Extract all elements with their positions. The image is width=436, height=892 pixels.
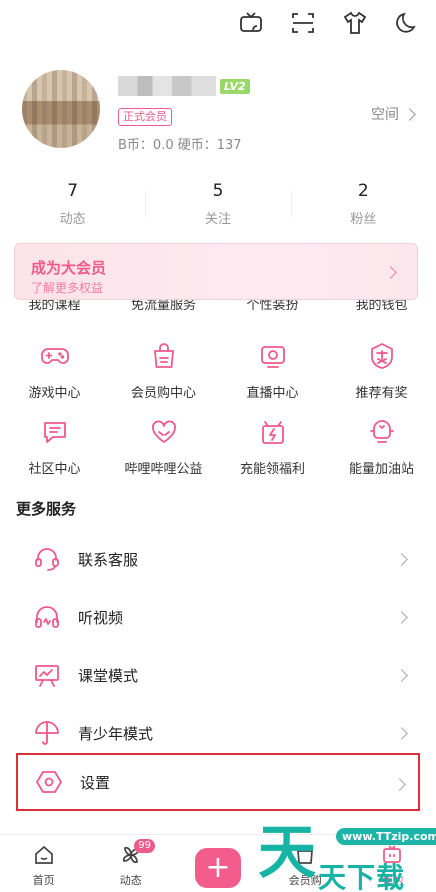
service-grid-row: 游戏中心 会员购中心 直播中心 推荐有奖 [0, 336, 436, 401]
service-label: 会员购中心 [130, 386, 196, 401]
live-tv-icon [253, 336, 293, 376]
service-label: 社区中心 [28, 462, 81, 477]
home-icon [34, 845, 53, 864]
vip-subtitle: 了解更多权益 [31, 281, 104, 295]
service-referral-reward[interactable]: 推荐有奖 [327, 336, 436, 401]
service-label: 听视频 [78, 608, 124, 627]
service-bilibili-charity[interactable]: 哔哩哔哩公益 [109, 412, 218, 477]
chat-bubble-icon [35, 412, 75, 452]
nav-member-shop[interactable]: 会员购 [262, 835, 349, 892]
chevron-right-icon [384, 266, 397, 279]
space-link[interactable]: 空间 [371, 104, 416, 124]
service-label: 推荐有奖 [355, 386, 408, 401]
stat-following[interactable]: 5 关注 [145, 180, 290, 227]
headset-icon [30, 542, 64, 576]
service-energy-station[interactable]: 能量加油站 [327, 412, 436, 477]
nav-label: 动态 [119, 874, 142, 887]
service-live-center[interactable]: 直播中心 [218, 336, 327, 401]
chevron-right-icon [395, 553, 408, 566]
service-label: 青少年模式 [78, 724, 154, 743]
award-badge-icon [362, 336, 402, 376]
notification-badge: 99 [134, 839, 156, 853]
username-blurred [118, 76, 216, 96]
vip-banner[interactable]: 成为大会员 了解更多权益 [14, 243, 418, 300]
service-label: 联系客服 [78, 550, 139, 569]
settings-hexagon-icon [32, 765, 66, 799]
headphones-icon [30, 600, 64, 634]
top-toolbar [236, 8, 422, 38]
gift-bolt-icon [253, 412, 293, 452]
service-listen-video[interactable]: 听视频 [16, 588, 420, 646]
partial-service-row: 我的课程 免流量服务 个性装扮 我的钱包 [0, 300, 436, 320]
service-label: 能量加油站 [348, 462, 414, 477]
nav-label: 首页 [32, 874, 55, 887]
nav-dynamics[interactable]: 99 动态 [87, 835, 174, 892]
chevron-right-icon [395, 669, 408, 682]
service-label: 哔哩哔哩公益 [124, 462, 203, 477]
bottom-nav: 首页 99 动态 + 会员购 我的 [0, 834, 436, 892]
nav-mine[interactable]: 我的 [349, 835, 436, 892]
chevron-right-icon [393, 778, 406, 791]
moon-icon[interactable] [392, 8, 422, 38]
stat-label: 粉丝 [350, 212, 377, 227]
plus-icon: + [195, 848, 241, 888]
stat-fans[interactable]: 2 粉丝 [290, 180, 436, 227]
stat-value: 5 [212, 181, 224, 201]
coins-text: B币：0.0 硬币：137 [118, 138, 242, 153]
chevron-right-icon [395, 611, 408, 624]
service-classroom-mode[interactable]: 课堂模式 [16, 646, 420, 704]
profile-page: LV2 正式会员 B币：0.0 硬币：137 空间 7 动态 5 关注 2 粉丝… [0, 0, 436, 892]
nav-label: 我的 [381, 874, 404, 887]
stat-label: 动态 [59, 212, 86, 227]
level-badge: LV2 [220, 79, 250, 94]
stat-value: 7 [67, 181, 79, 201]
service-label: 设置 [80, 773, 111, 792]
service-free-data[interactable]: 免流量服务 [109, 300, 218, 320]
member-badge: 正式会员 [118, 108, 172, 126]
tshirt-icon[interactable] [340, 8, 370, 38]
nav-home[interactable]: 首页 [0, 835, 87, 892]
service-label: 课堂模式 [78, 666, 139, 685]
gamepad-icon [35, 336, 75, 376]
shopping-bag-icon [144, 336, 184, 376]
stats-bar: 7 动态 5 关注 2 粉丝 [0, 180, 436, 227]
scan-icon[interactable] [288, 8, 318, 38]
tv-cast-icon[interactable] [236, 8, 266, 38]
profile-tv-icon [383, 845, 402, 863]
energy-station-icon [362, 412, 402, 452]
shop-icon [297, 845, 314, 864]
nav-label: 会员购 [288, 874, 322, 887]
avatar[interactable] [22, 70, 100, 148]
stat-value: 2 [357, 181, 369, 201]
more-services-title: 更多服务 [16, 500, 77, 518]
service-label: 直播中心 [246, 386, 299, 401]
service-label: 充能领福利 [239, 462, 305, 477]
service-my-courses[interactable]: 我的课程 [0, 300, 109, 320]
stat-dynamics[interactable]: 7 动态 [0, 180, 145, 227]
nav-publish[interactable]: + [174, 835, 261, 892]
service-charge-welfare[interactable]: 充能领福利 [218, 412, 327, 477]
umbrella-icon [30, 716, 64, 750]
service-wallet[interactable]: 我的钱包 [327, 300, 436, 320]
chevron-right-icon [395, 727, 408, 740]
chevron-right-icon [403, 107, 416, 121]
heart-hands-icon [144, 412, 184, 452]
service-grid-row: 社区中心 哔哩哔哩公益 充能领福利 能量加油站 [0, 412, 436, 477]
service-contact-support[interactable]: 联系客服 [16, 530, 420, 588]
service-settings[interactable]: 设置 [16, 753, 420, 811]
space-label: 空间 [371, 107, 399, 123]
service-dress-up[interactable]: 个性装扮 [218, 300, 327, 320]
service-label: 游戏中心 [28, 386, 81, 401]
service-community-center[interactable]: 社区中心 [0, 412, 109, 477]
vip-title: 成为大会员 [31, 259, 107, 277]
service-member-shop[interactable]: 会员购中心 [109, 336, 218, 401]
service-game-center[interactable]: 游戏中心 [0, 336, 109, 401]
classroom-board-icon [30, 658, 64, 692]
stat-label: 关注 [204, 212, 231, 227]
